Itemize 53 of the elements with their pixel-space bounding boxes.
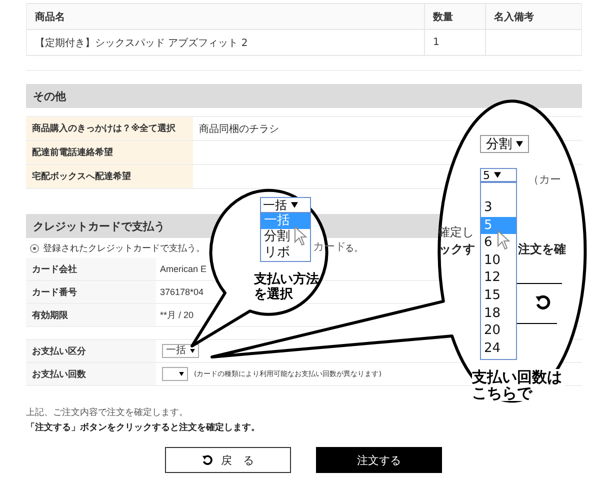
page-fragment: ックす (439, 241, 475, 258)
table-cell: 1 (425, 30, 486, 55)
field-label: 宅配ボックスへ配達希望 (26, 165, 193, 188)
field-value: 商品同梱のチラシ (198, 122, 279, 136)
cursor-icon (497, 230, 511, 250)
notice-text: 上記、ご注文内容で注文を確定します。 (26, 406, 189, 419)
section-header: その他 (26, 84, 582, 108)
callout-caption: 支払い方法を選択 (254, 272, 320, 302)
dropdown-option[interactable]: リボ (261, 245, 310, 261)
column-header: 名入備考 (493, 10, 535, 24)
field-label: カード番号 (26, 281, 156, 303)
installments-select[interactable]: 5 (480, 168, 517, 182)
dropdown-option[interactable]: 24 (481, 340, 516, 358)
table-cell: 【定期付き】シックスパッド アブズフィット 2 (27, 30, 425, 55)
back-button[interactable]: 戻 る (165, 447, 291, 473)
cursor-icon (294, 226, 308, 246)
payment-type-select[interactable]: 一括 (162, 344, 199, 358)
column-header: 商品名 (27, 4, 425, 29)
undo-icon (535, 295, 551, 311)
dropdown-option[interactable]: 3 (481, 199, 516, 217)
undo-icon (202, 454, 213, 466)
dropdown-option[interactable]: 分割 (261, 229, 310, 245)
field-value: **月 / 20 (159, 308, 194, 322)
dropdown-option[interactable]: 6 (481, 234, 516, 252)
dropdown-option[interactable]: 18 (481, 304, 516, 322)
radio-button[interactable] (30, 244, 39, 252)
payment-type-select[interactable]: 一括 (260, 197, 311, 213)
installments-select[interactable] (162, 367, 188, 381)
column-header: 数量 (425, 4, 486, 29)
field-label: 配達前電話連絡希望 (26, 141, 193, 164)
field-label: お支払い区分 (26, 340, 156, 362)
payment-type-select[interactable]: 分割 (480, 135, 529, 153)
radio-label: 登録されたクレジットカードで支払う。 (43, 242, 205, 254)
page-fragment: （カー (528, 172, 561, 187)
field-value: 376178*04 (159, 286, 204, 299)
notice-text: 「注文する」ボタンをクリックすると注文を確定します。 (26, 421, 261, 434)
field-label: 有効期限 (26, 304, 156, 326)
caret-icon (179, 372, 184, 376)
radio-label: る。 (345, 242, 363, 254)
caret-icon (291, 202, 298, 208)
dropdown-option[interactable]: 20 (481, 322, 516, 340)
caret-icon (494, 172, 501, 178)
page-fragment: 注文を確 (518, 241, 566, 258)
callout-caption: 支払い回数はこちらで (472, 369, 565, 401)
field-label: カード会社 (26, 258, 156, 280)
dropdown-option[interactable]: 10 (481, 252, 516, 270)
dropdown-option[interactable]: 15 (481, 286, 516, 305)
order-button[interactable]: 注文する (316, 447, 442, 473)
field-value: American E (159, 263, 207, 276)
dropdown-option[interactable]: 12 (481, 269, 516, 287)
caret-icon (516, 141, 523, 147)
field-label: お支払い回数 (26, 363, 156, 385)
field-label: 商品購入のきっかけは？※全て選択 (26, 117, 193, 140)
